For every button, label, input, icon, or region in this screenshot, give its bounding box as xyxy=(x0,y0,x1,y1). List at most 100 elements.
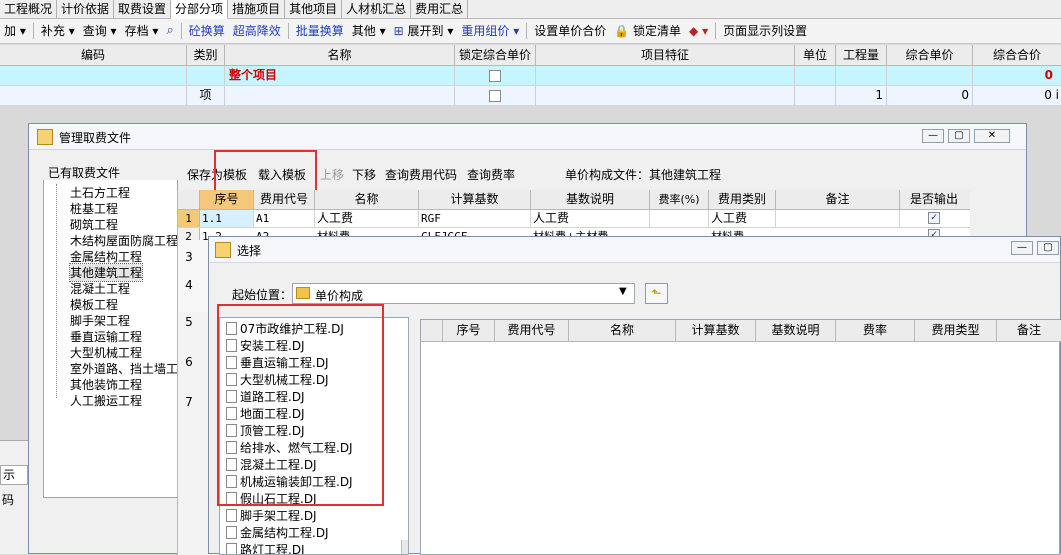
scrollbar[interactable] xyxy=(401,540,408,554)
concrete-convert-button[interactable]: 砼换算 xyxy=(185,19,229,43)
tree-item[interactable]: 木结构屋面防腐工程 xyxy=(70,232,178,249)
tree-item[interactable]: 大型机械工程 xyxy=(70,344,142,361)
col-fee-type[interactable]: 费用类型 xyxy=(915,320,997,341)
tab-other-items[interactable]: 其他项目 xyxy=(285,0,343,19)
list-item[interactable]: 金属结构工程.DJ xyxy=(226,524,329,541)
corner-cell xyxy=(178,190,200,209)
col-base-desc[interactable]: 基数说明 xyxy=(756,320,836,341)
tab-cost-summary[interactable]: 费用汇总 xyxy=(411,0,469,19)
folder-icon xyxy=(296,287,310,299)
fee-file-tree[interactable]: 土石方工程 桩基工程 砌筑工程 木结构屋面防腐工程 金属结构工程 其他建筑工程 … xyxy=(43,180,190,498)
tab-overview[interactable]: 工程概况 xyxy=(0,0,58,19)
paint-bucket-icon[interactable]: ◆ ▾ xyxy=(685,19,712,43)
file-icon xyxy=(226,543,237,554)
unit-price-file-label: 单价构成文件：其他建筑工程 xyxy=(565,168,722,182)
cell-name: 整个项目 xyxy=(225,66,455,85)
table-row[interactable]: 整个项目 0 xyxy=(0,66,1061,86)
tree-item[interactable]: 混凝土工程 xyxy=(70,280,130,297)
tree-item[interactable]: 脚手架工程 xyxy=(70,312,130,329)
tree-line xyxy=(56,184,57,398)
col-fee-name[interactable]: 名称 xyxy=(569,320,676,341)
col-base-desc[interactable]: 基数说明 xyxy=(531,190,650,209)
column-display-settings-button[interactable]: 页面显示列设置 xyxy=(719,19,811,43)
col-fee-category[interactable]: 费用类别 xyxy=(709,190,776,209)
lock-checkbox[interactable] xyxy=(489,89,501,102)
tree-item-selected[interactable]: 其他建筑工程 xyxy=(68,263,144,282)
cell-fee-category: 人工费 xyxy=(709,210,776,227)
col-unit[interactable]: 单位 xyxy=(795,45,836,65)
col-lock-price[interactable]: 锁定综合单价 xyxy=(455,45,536,65)
start-location-select[interactable]: 单价构成 ▼ xyxy=(292,283,635,304)
batch-convert-button[interactable]: 批量换算 xyxy=(292,19,348,43)
other-button[interactable]: 其他 ▾ xyxy=(348,19,390,43)
col-seq[interactable]: 序号 xyxy=(443,320,495,341)
height-reduction-button[interactable]: 超高降效 xyxy=(229,19,285,43)
file-icon xyxy=(226,526,237,539)
col-calc-base[interactable]: 计算基数 xyxy=(419,190,531,209)
row-number: 4 xyxy=(185,278,193,292)
close-icon[interactable]: ✕ xyxy=(974,129,1010,143)
col-rate[interactable]: 费率 xyxy=(836,320,915,341)
tree-item[interactable]: 其他装饰工程 xyxy=(70,376,142,393)
app-icon xyxy=(215,242,231,258)
col-seq[interactable]: 序号 xyxy=(200,190,254,209)
col-rate[interactable]: 费率(%) xyxy=(650,190,709,209)
col-remark[interactable]: 备注 xyxy=(776,190,900,209)
tab-labor-material-summary[interactable]: 人材机汇总 xyxy=(342,0,412,19)
query-button[interactable]: 查询 ▾ xyxy=(79,19,121,43)
tree-item[interactable]: 土石方工程 xyxy=(70,184,130,201)
col-fee-code[interactable]: 费用代号 xyxy=(495,320,569,341)
row-number: 3 xyxy=(185,250,193,264)
tree-item[interactable]: 人工搬运工程 xyxy=(70,392,142,409)
lock-list-button[interactable]: 🔒 锁定清单 xyxy=(610,19,685,43)
tree-item[interactable]: 桩基工程 xyxy=(70,200,118,217)
col-fee-code[interactable]: 费用代号 xyxy=(254,190,315,209)
move-up-button[interactable]: 上移 xyxy=(320,166,344,183)
background-tab[interactable]: 示 xyxy=(0,465,28,485)
binoculars-icon[interactable]: ⌕ xyxy=(162,19,177,43)
tab-measures[interactable]: 措施项目 xyxy=(228,0,286,19)
folder-up-button[interactable]: ⬑ xyxy=(645,283,668,304)
col-type[interactable]: 类别 xyxy=(187,45,225,65)
archive-button[interactable]: 存档 ▾ xyxy=(121,19,163,43)
tab-pricing-basis[interactable]: 计价依据 xyxy=(57,0,115,19)
tree-item[interactable]: 模板工程 xyxy=(70,296,118,313)
col-remark[interactable]: 备注 xyxy=(997,320,1061,341)
col-qty[interactable]: 工程量 xyxy=(836,45,887,65)
set-unit-price-button[interactable]: 设置单价合价 xyxy=(530,19,610,43)
col-name[interactable]: 名称 xyxy=(225,45,455,65)
tree-title: 已有取费文件 xyxy=(48,166,121,180)
col-code[interactable]: 编码 xyxy=(0,45,187,65)
main-grid-header: 编码 类别 名称 锁定综合单价 项目特征 单位 工程量 综合单价 综合合价 xyxy=(0,45,1061,66)
col-output[interactable]: 是否输出 xyxy=(900,190,968,209)
tab-sub-items[interactable]: 分部分项 xyxy=(171,0,229,19)
table-row[interactable]: 项 1 0 0 i xyxy=(0,86,1061,106)
tree-item[interactable]: 砌筑工程 xyxy=(70,216,118,233)
minimize-icon[interactable]: — xyxy=(1011,241,1033,255)
expand-to-button[interactable]: ⊞ 展开到 ▾ xyxy=(390,19,458,43)
list-item[interactable]: 脚手架工程.DJ xyxy=(226,507,317,524)
move-down-button[interactable]: 下移 xyxy=(352,166,376,183)
query-fee-code-button[interactable]: 查询费用代码 xyxy=(385,166,457,183)
tree-icon: ⊞ xyxy=(393,24,404,38)
col-unit-price[interactable]: 综合单价 xyxy=(887,45,973,65)
tree-item[interactable]: 室外道路、挡土墙工程 xyxy=(70,360,190,377)
maximize-icon[interactable]: ▢ xyxy=(948,129,970,143)
tree-item[interactable]: 垂直运输工程 xyxy=(70,328,142,345)
col-total[interactable]: 综合合价 xyxy=(973,45,1061,65)
output-checkbox[interactable]: ✓ xyxy=(928,212,940,224)
reuse-price-button[interactable]: 重用组价 ▾ xyxy=(457,19,523,43)
maximize-icon[interactable]: ▢ xyxy=(1037,241,1059,255)
supplement-button[interactable]: 补充 ▾ xyxy=(37,19,79,43)
col-feature[interactable]: 项目特征 xyxy=(536,45,795,65)
tree-item[interactable]: 金属结构工程 xyxy=(70,248,142,265)
query-rate-button[interactable]: 查询费率 xyxy=(467,166,515,183)
tab-fee-settings[interactable]: 取费设置 xyxy=(114,0,172,19)
minimize-icon[interactable]: — xyxy=(922,129,944,143)
col-fee-name[interactable]: 名称 xyxy=(315,190,419,209)
add-button[interactable]: 加 ▾ xyxy=(0,19,30,43)
lock-checkbox[interactable] xyxy=(489,69,501,82)
list-item[interactable]: 路灯工程.DJ xyxy=(226,541,305,554)
col-calc-base[interactable]: 计算基数 xyxy=(676,320,756,341)
fee-row[interactable]: 1 1.1 A1 人工费 RGF 人工费 人工费 ✓ xyxy=(178,210,970,228)
